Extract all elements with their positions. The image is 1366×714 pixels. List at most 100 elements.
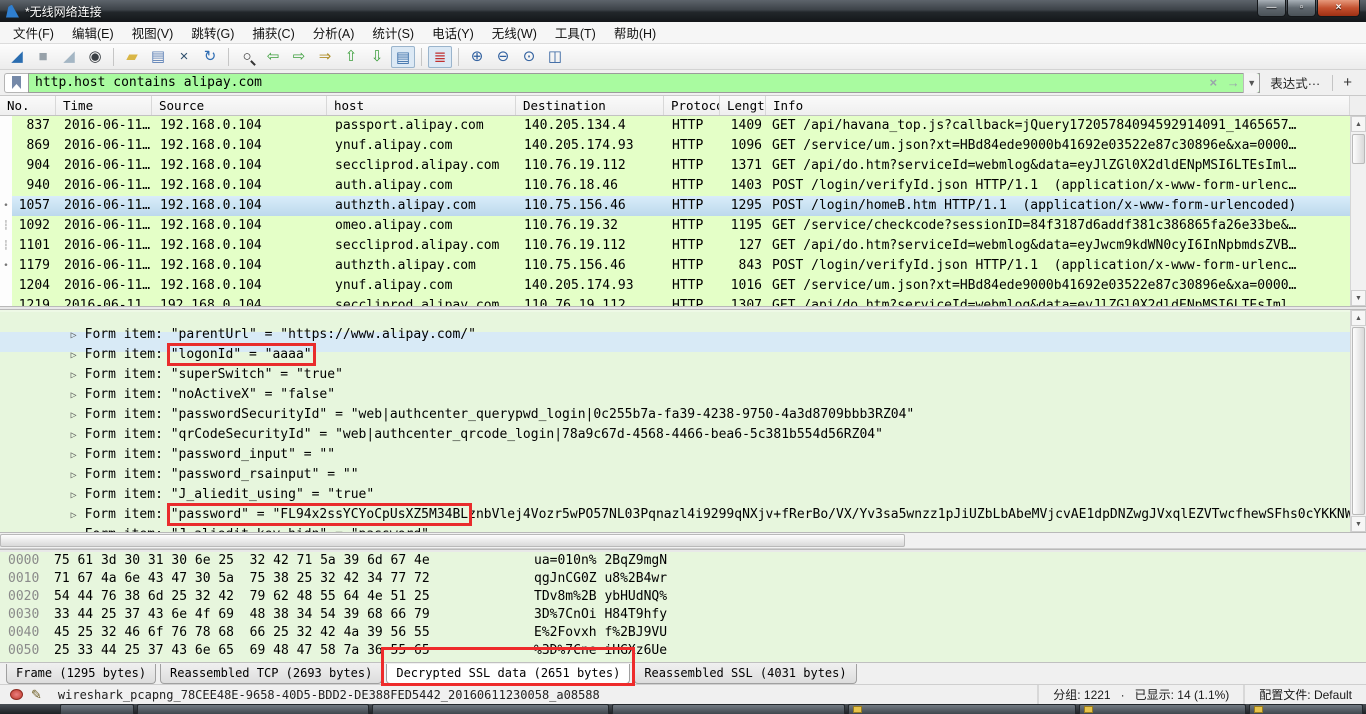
resize-columns-icon[interactable]: ◫ [543, 46, 567, 68]
profile-indicator[interactable]: 配置文件: Default [1243, 685, 1366, 704]
taskbar-button[interactable] [137, 704, 368, 714]
packet-row[interactable]: 904 2016-06-11… 192.168.0.104 seccliprod… [0, 156, 1350, 176]
filter-bookmark-button[interactable] [4, 73, 28, 93]
packet-row[interactable]: 869 2016-06-11… 192.168.0.104 ynuf.alipa… [0, 136, 1350, 156]
taskbar-button[interactable] [612, 704, 845, 714]
filter-dropdown-icon[interactable]: ▼ [1243, 73, 1259, 93]
taskbar-button[interactable] [372, 704, 609, 714]
packet-row[interactable]: 1204 2016-06-11… 192.168.0.104 ynuf.alip… [0, 276, 1350, 296]
filter-clear-icon[interactable]: × [1203, 75, 1223, 90]
tab-frame[interactable]: Frame (1295 bytes) [6, 664, 156, 684]
packet-list-scrollbar[interactable]: ▲ ▼ [1350, 116, 1366, 306]
taskbar-button[interactable] [1079, 704, 1246, 714]
auto-scroll-icon[interactable]: ▤ [391, 46, 415, 68]
start-capture-icon[interactable]: ◢ [5, 46, 29, 68]
display-filter-input[interactable] [29, 75, 1203, 90]
zoom-in-icon[interactable]: ⊕ [465, 46, 489, 68]
menu-view[interactable]: 视图(V) [123, 21, 183, 44]
packet-row[interactable]: 940 2016-06-11… 192.168.0.104 auth.alipa… [0, 176, 1350, 196]
expand-triangle-icon[interactable]: ▷ [71, 370, 85, 381]
menu-tools[interactable]: 工具(T) [546, 21, 605, 44]
expand-triangle-icon[interactable]: ▷ [71, 330, 85, 341]
menu-edit[interactable]: 编辑(E) [63, 21, 123, 44]
details-scrollbar[interactable]: ▲ ▼ [1350, 310, 1366, 532]
expand-triangle-icon[interactable]: ▷ [71, 410, 85, 421]
details-horizontal-scrollbar[interactable] [0, 533, 1366, 549]
scrollbar-thumb[interactable] [1352, 327, 1365, 515]
column-header-time[interactable]: Time [56, 96, 152, 115]
scrollbar-thumb[interactable] [0, 534, 905, 547]
hex-row[interactable]: 0040 45 25 32 46 6f 76 78 68 66 25 32 42… [0, 625, 1366, 643]
packet-row[interactable]: ┆ 1101 2016-06-11… 192.168.0.104 secclip… [0, 236, 1350, 256]
hex-row[interactable]: 0000 75 61 3d 30 31 30 6e 25 32 42 71 5a… [0, 553, 1366, 571]
toolbar-separator[interactable] [458, 48, 459, 66]
expand-triangle-icon[interactable]: ▷ [71, 490, 85, 501]
scroll-down-icon[interactable]: ▼ [1351, 290, 1366, 306]
menu-help[interactable]: 帮助(H) [605, 21, 665, 44]
column-header-destination[interactable]: Destination [516, 96, 664, 115]
zoom-reset-icon[interactable]: ⊙ [517, 46, 541, 68]
menu-wireless[interactable]: 无线(W) [483, 21, 546, 44]
open-file-icon[interactable]: ▰ [120, 46, 144, 68]
restart-capture-icon[interactable]: ◢ [57, 46, 81, 68]
packet-row[interactable]: 837 2016-06-11… 192.168.0.104 passport.a… [0, 116, 1350, 136]
hex-row[interactable]: 0020 54 44 76 38 6d 25 32 42 79 62 48 55… [0, 589, 1366, 607]
zoom-out-icon[interactable]: ⊖ [491, 46, 515, 68]
tab-decrypted-ssl[interactable]: Decrypted SSL data (2651 bytes) [386, 664, 630, 684]
scrollbar-track[interactable] [1351, 326, 1366, 516]
packet-row[interactable]: 1219 2016-06-11… 192.168.0.104 secclipro… [0, 296, 1350, 306]
menu-go[interactable]: 跳转(G) [182, 21, 243, 44]
taskbar-button[interactable] [848, 704, 1076, 714]
column-header-host[interactable]: host [327, 96, 516, 115]
taskbar-button[interactable] [1249, 704, 1363, 714]
close-file-icon[interactable]: × [172, 46, 196, 68]
tab-reassembled-ssl[interactable]: Reassembled SSL (4031 bytes) [634, 664, 856, 684]
expand-triangle-icon[interactable]: ▷ [71, 470, 85, 481]
find-packet-icon[interactable]: ○ [235, 46, 259, 68]
packet-row[interactable]: • 1179 2016-06-11… 192.168.0.104 authzth… [0, 256, 1350, 276]
expand-triangle-icon[interactable]: ▷ [71, 530, 85, 532]
capture-options-icon[interactable]: ◉ [83, 46, 107, 68]
go-to-packet-icon[interactable]: ⇒ [313, 46, 337, 68]
go-to-top-icon[interactable]: ⇧ [339, 46, 363, 68]
colorize-icon[interactable]: ≣ [428, 46, 452, 68]
menu-analyze[interactable]: 分析(A) [304, 21, 364, 44]
column-header-info[interactable]: Info [766, 96, 1350, 115]
menu-file[interactable]: 文件(F) [4, 21, 63, 44]
scrollbar-thumb[interactable] [1352, 134, 1365, 164]
packet-row[interactable]: • 1057 2016-06-11… 192.168.0.104 authzth… [0, 196, 1350, 216]
hex-row[interactable]: 0010 71 67 4a 6e 43 47 30 5a 75 38 25 32… [0, 571, 1366, 589]
expand-triangle-icon[interactable]: ▷ [71, 430, 85, 441]
capture-comment-icon[interactable]: ✎ [31, 687, 42, 703]
menu-capture[interactable]: 捕获(C) [243, 21, 303, 44]
hex-row[interactable]: 0030 33 44 25 37 43 6e 4f 69 48 38 34 54… [0, 607, 1366, 625]
add-filter-button[interactable]: + [1335, 74, 1360, 91]
tab-reassembled-tcp[interactable]: Reassembled TCP (2693 bytes) [160, 664, 382, 684]
hex-row[interactable]: 0050 25 33 44 25 37 43 6e 65 69 48 47 58… [0, 643, 1366, 661]
reload-file-icon[interactable]: ↻ [198, 46, 222, 68]
stop-capture-icon[interactable]: ■ [31, 46, 55, 68]
column-header-length[interactable]: Length [720, 96, 766, 115]
expand-triangle-icon[interactable]: ▷ [71, 510, 85, 521]
menu-telephony[interactable]: 电话(Y) [423, 21, 483, 44]
column-header-protocol[interactable]: Protocol [664, 96, 720, 115]
packet-row[interactable]: ┆ 1092 2016-06-11… 192.168.0.104 omeo.al… [0, 216, 1350, 236]
scroll-up-icon[interactable]: ▲ [1351, 116, 1366, 132]
go-forward-icon[interactable]: ⇨ [287, 46, 311, 68]
form-item-row[interactable]: ▷Form item: "parentUrl" = "https://www.a… [0, 312, 1350, 332]
go-back-icon[interactable]: ⇦ [261, 46, 285, 68]
restore-button[interactable]: ▫ [1287, 0, 1316, 17]
expand-triangle-icon[interactable]: ▷ [71, 450, 85, 461]
toolbar-separator[interactable] [113, 48, 114, 66]
toolbar-separator[interactable] [228, 48, 229, 66]
expression-button[interactable]: 表达式··· [1260, 73, 1330, 92]
save-file-icon[interactable]: ▤ [146, 46, 170, 68]
expert-info-icon[interactable] [10, 689, 23, 700]
expand-triangle-icon[interactable]: ▷ [71, 350, 85, 361]
menu-statistics[interactable]: 统计(S) [363, 21, 423, 44]
go-to-bottom-icon[interactable]: ⇩ [365, 46, 389, 68]
filter-apply-icon[interactable]: → [1223, 75, 1243, 90]
scroll-down-icon[interactable]: ▼ [1351, 516, 1366, 532]
scrollbar-track[interactable] [1351, 132, 1366, 290]
taskbar-button[interactable] [60, 704, 134, 714]
